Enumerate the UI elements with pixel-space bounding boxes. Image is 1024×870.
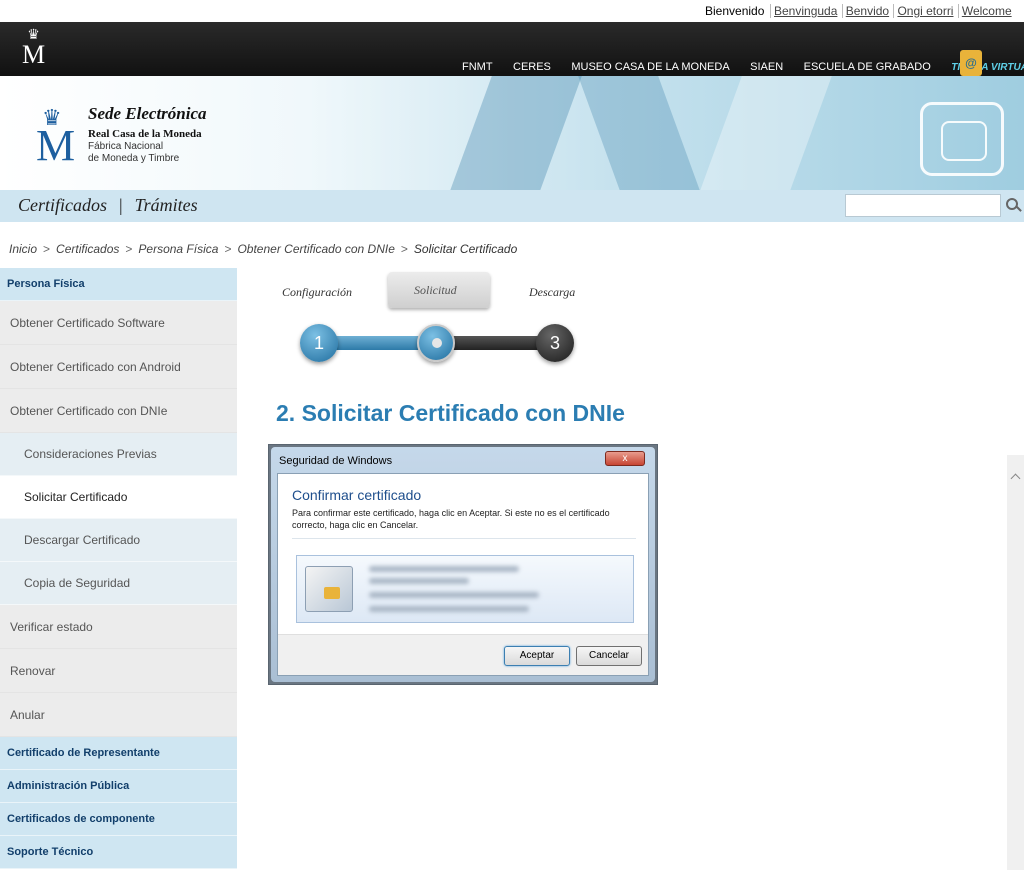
sidebar-item-anular[interactable]: Anular [0,693,237,737]
smart-card-chip-icon [920,102,1004,176]
step-label-solicitud: Solicitud [414,283,457,297]
accept-button: Aceptar [504,646,570,666]
current-step-dot-icon [432,338,442,348]
lang-link-catalan[interactable]: Benvinguda [770,4,839,18]
step-label-descarga: Descarga [529,285,576,299]
section-link-certificados[interactable]: Certificados [18,195,107,215]
section-separator: | [119,195,123,215]
search-icon[interactable] [1006,198,1018,210]
dialog-instructions: Para confirmar este certificado, haga cl… [292,508,610,530]
dialog-window-title: Seguridad de Windows [279,455,393,467]
lang-link-basque[interactable]: Ongi etorri [893,4,955,18]
welcome-text: Bienvenido [705,4,765,18]
chevron-up-icon[interactable] [1010,472,1020,482]
sidebar-head-representante[interactable]: Certificado de Representante [0,737,237,770]
sidebar-subitem-copia[interactable]: Copia de Seguridad [0,562,237,605]
step-label-configuracion: Configuración [282,285,353,299]
dialog-heading: Confirmar certificado [292,487,422,503]
sede-subtitle-3: de Moneda y Timbre [88,153,180,164]
sidebar-item-dnie[interactable]: Obtener Certificado con DNIe [0,389,237,433]
breadcrumb-inicio[interactable]: Inicio [9,242,37,256]
sidebar-item-software[interactable]: Obtener Certificado Software [0,301,237,345]
breadcrumb-persona-fisica[interactable]: Persona Física [138,242,218,256]
top-nav-links: FNMT CERES MUSEO CASA DE LA MONEDA SIAEN… [462,57,1024,75]
certificate-card-icon [305,566,353,612]
sidebar-head-administracion[interactable]: Administración Pública [0,770,237,803]
nav-siaen[interactable]: SIAEN [750,61,783,73]
sidebar-subitem-solicitar[interactable]: Solicitar Certificado [0,476,237,519]
cancel-button: Cancelar [576,646,642,666]
step-active-tab: Solicitud [388,272,490,308]
step-2-circle [417,324,455,362]
nav-museo[interactable]: MUSEO CASA DE LA MONEDA [571,61,729,73]
section-bar: Certificados | Trámites [0,190,1024,222]
sede-subtitle: Real Casa de la Moneda [88,128,202,140]
language-bar: Bienvenido Benvinguda Benvido Ongi etorr… [0,0,1024,22]
shopping-bag-icon[interactable]: @ [960,50,982,76]
sede-title: Sede Electrónica [88,104,207,123]
nav-fnmt[interactable]: FNMT [462,61,493,73]
sidebar-item-android[interactable]: Obtener Certificado con Android [0,345,237,389]
step-3-circle: 3 [536,324,574,362]
nav-ceres[interactable]: CERES [513,61,551,73]
lang-link-english[interactable]: Welcome [957,4,1013,18]
nav-escuela-grabado[interactable]: ESCUELA DE GRABADO [804,61,931,73]
sidebar-item-renovar[interactable]: Renovar [0,649,237,693]
sidebar-subitem-consideraciones[interactable]: Consideraciones Previas [0,433,237,476]
certificate-entry [296,555,634,623]
breadcrumb-current: Solicitar Certificado [413,242,518,256]
breadcrumb: Inicio > Certificados > Persona Física > Obten… [9,242,518,256]
breadcrumb-obtener-dnie[interactable]: Obtener Certificado con DNIe [237,242,394,256]
sidebar: Persona Física Obtener Certificado Softw… [0,268,237,869]
fnmt-logo[interactable]: ♛ M [22,29,45,68]
page-title: 2. Solicitar Certificado con DNIe [276,400,625,426]
windows-security-dialog-image: Seguridad de Windows x Confirmar certifi… [268,444,658,685]
top-navigation-bar: ♛ M FNMT CERES MUSEO CASA DE LA MONEDA S… [0,22,1024,76]
sidebar-head-persona-fisica[interactable]: Persona Física [0,268,237,301]
header-banner: ♛ M Sede Electrónica Real Casa de la Mon… [0,76,1024,190]
close-icon: x [605,451,645,466]
language-links: Benvinguda Benvido Ongi etorri Welcome [770,4,1013,18]
search-input[interactable] [845,194,1001,217]
lang-link-galician[interactable]: Benvido [841,4,891,18]
breadcrumb-certificados[interactable]: Certificados [56,242,119,256]
section-link-tramites[interactable]: Trámites [135,195,198,215]
sidebar-subitem-descargar[interactable]: Descargar Certificado [0,519,237,562]
sidebar-head-componente[interactable]: Certificados de componente [0,803,237,836]
sede-subtitle-2: Fábrica Nacional [88,141,164,152]
sidebar-item-verificar[interactable]: Verificar estado [0,605,237,649]
step-1-circle: 1 [300,324,338,362]
sidebar-head-soporte[interactable]: Soporte Técnico [0,836,237,869]
sede-logo[interactable]: ♛ M [36,107,82,168]
page-scrollbar[interactable] [1007,455,1024,870]
step-progress: Configuración Solicitud Descarga 1 3 [276,272,596,372]
